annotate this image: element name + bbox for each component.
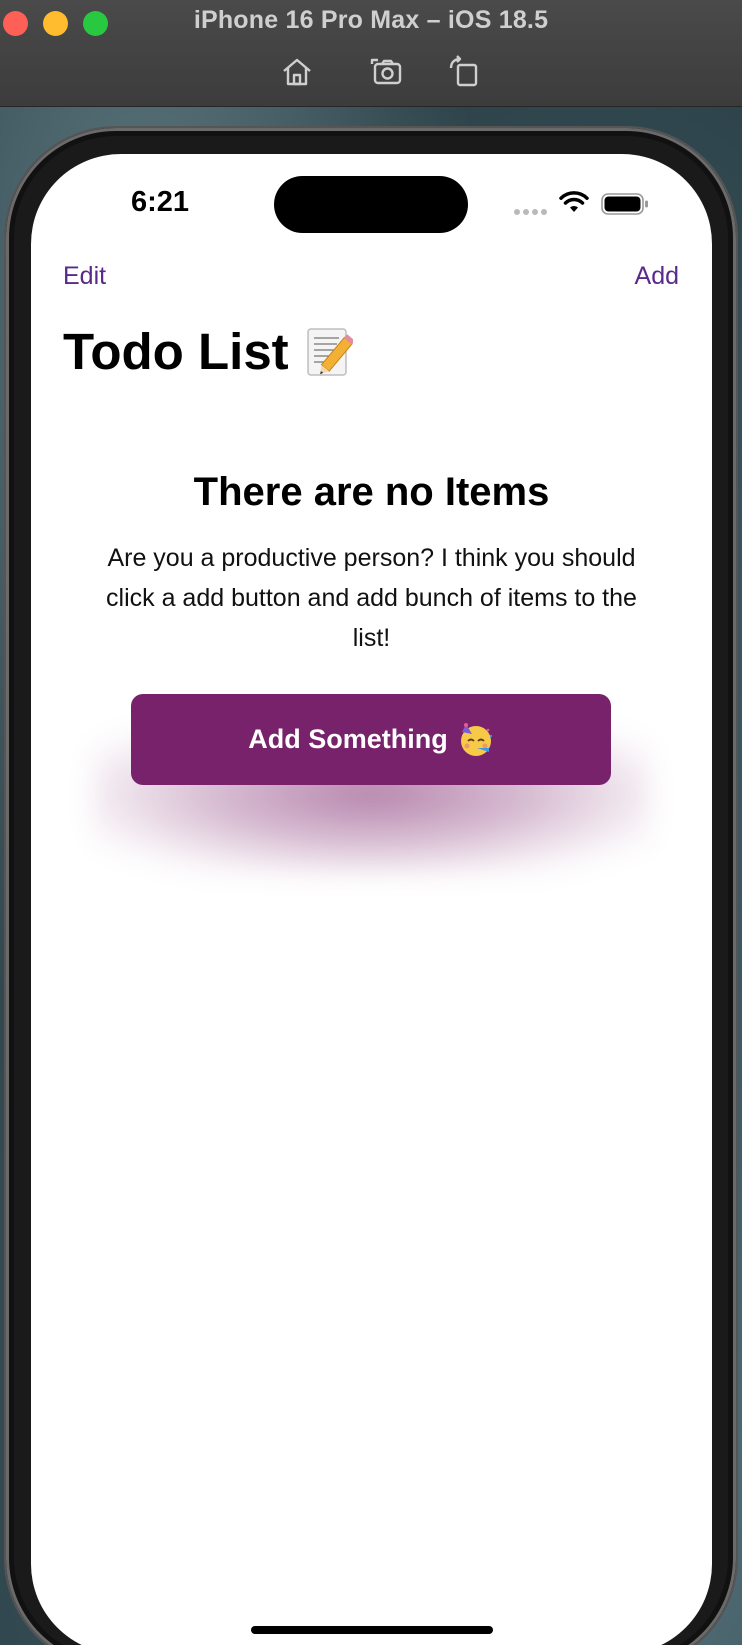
edit-button[interactable]: Edit <box>63 262 106 291</box>
party-face-icon <box>460 722 492 756</box>
simulator-titlebar: iPhone 16 Pro Max – iOS 18.5 <box>0 0 742 107</box>
battery-icon <box>601 193 648 215</box>
memo-icon <box>306 327 353 376</box>
screenshot-button[interactable] <box>366 54 406 90</box>
empty-state-title: There are no Items <box>193 470 550 514</box>
rotate-button[interactable] <box>444 54 484 90</box>
cellular-signal-icon <box>514 209 547 215</box>
rotate-icon <box>449 55 478 87</box>
screenshot-icon <box>370 58 402 85</box>
wifi-icon <box>559 191 589 212</box>
page-title-text: Todo List <box>63 323 289 380</box>
simulator-title: iPhone 16 Pro Max – iOS 18.5 <box>193 6 549 34</box>
status-time: 6:21 <box>131 186 190 218</box>
home-button[interactable] <box>277 54 317 90</box>
page-title: Todo List <box>63 322 353 381</box>
home-indicator <box>251 1626 493 1634</box>
add-something-button[interactable]: Add Something <box>131 694 611 785</box>
add-button[interactable]: Add <box>635 262 679 291</box>
phone-screen: 6:21 Edit Add Todo List There are no Ite… <box>31 154 712 1645</box>
dynamic-island <box>274 176 468 233</box>
empty-state-message: Are you a productive person? I think you… <box>106 544 637 652</box>
add-something-label: Add Something <box>248 724 448 754</box>
home-icon <box>283 58 311 86</box>
